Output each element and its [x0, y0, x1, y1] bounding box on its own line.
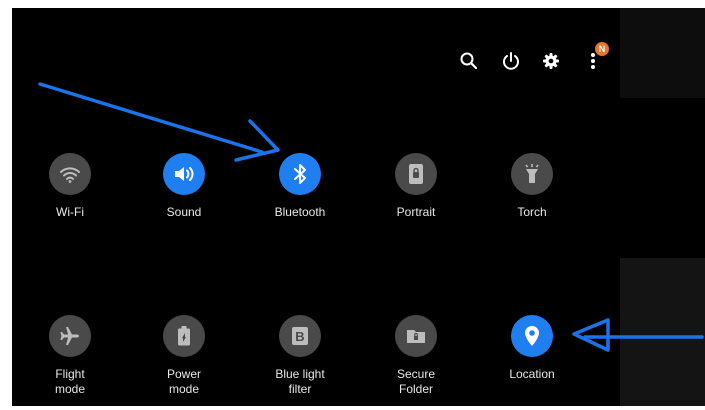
arrow-to-bluetooth: [38, 82, 280, 162]
annotation-arrows: [38, 82, 704, 352]
arrow-to-location: [572, 318, 704, 352]
